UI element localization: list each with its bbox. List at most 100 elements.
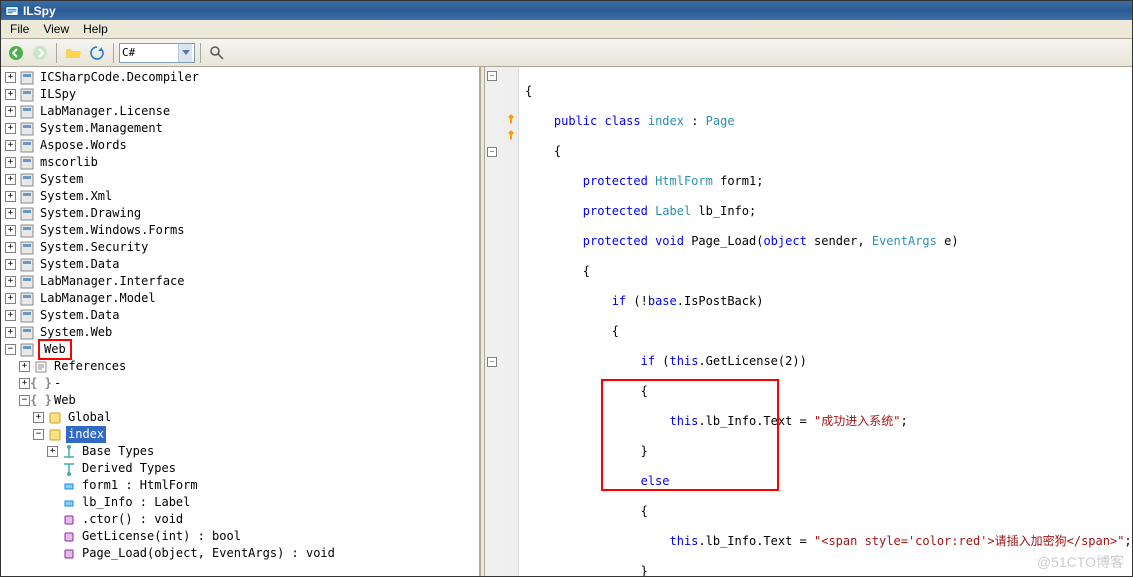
tree-row-pageload[interactable]: Page_Load(object, EventArgs) : void	[1, 545, 479, 562]
toolbar-separator	[200, 43, 201, 63]
expand-icon[interactable]: +	[5, 208, 16, 219]
assembly-icon	[19, 291, 35, 307]
expand-icon[interactable]: +	[5, 72, 16, 83]
expand-icon[interactable]: +	[5, 157, 16, 168]
namespace-icon: { }	[33, 393, 49, 409]
chevron-down-icon[interactable]	[178, 44, 192, 62]
assembly-icon	[19, 138, 35, 154]
pin-icon[interactable]	[505, 113, 517, 125]
toolbar-separator	[56, 43, 57, 63]
assembly-icon	[19, 206, 35, 222]
expand-icon[interactable]: +	[5, 123, 16, 134]
tree-row-field-lbinfo[interactable]: lb_Info : Label	[1, 494, 479, 511]
refresh-button[interactable]	[86, 42, 108, 64]
assembly-tree[interactable]: +ICSharpCode.Decompiler +ILSpy +LabManag…	[1, 67, 481, 576]
tree-row[interactable]: +System	[1, 171, 479, 188]
base-types-icon	[61, 444, 77, 460]
titlebar: ILSpy	[1, 1, 1132, 20]
tree-row[interactable]: +System.Security	[1, 239, 479, 256]
assembly-icon	[19, 121, 35, 137]
collapse-icon[interactable]: −	[5, 344, 16, 355]
assembly-icon	[19, 325, 35, 341]
tree-row[interactable]: +Aspose.Words	[1, 137, 479, 154]
assembly-icon	[19, 155, 35, 171]
tree-row[interactable]: +System.Data	[1, 307, 479, 324]
expand-icon[interactable]: +	[5, 225, 16, 236]
code-gutter: − − −	[485, 67, 519, 576]
toolbar: C#	[1, 39, 1132, 67]
tree-row-base-types[interactable]: +Base Types	[1, 443, 479, 460]
tree-row[interactable]: +System.Data	[1, 256, 479, 273]
app-icon	[5, 4, 19, 18]
references-icon	[33, 359, 49, 375]
assembly-icon	[19, 189, 35, 205]
pin-icon[interactable]	[505, 129, 517, 141]
expand-icon[interactable]: +	[5, 106, 16, 117]
outline-collapse-icon[interactable]: −	[487, 147, 497, 157]
field-icon	[61, 495, 77, 511]
tree-row[interactable]: +System.Xml	[1, 188, 479, 205]
tree-row-web-asm[interactable]: −Web	[1, 341, 479, 358]
tree-row-class-index[interactable]: −index	[1, 426, 479, 443]
tree-row[interactable]: +System.Windows.Forms	[1, 222, 479, 239]
search-button[interactable]	[206, 42, 228, 64]
tree-row-class-global[interactable]: +Global	[1, 409, 479, 426]
tree-row-references[interactable]: +References	[1, 358, 479, 375]
expand-icon[interactable]: +	[5, 242, 16, 253]
expand-icon[interactable]: +	[33, 412, 44, 423]
main-window: ILSpy File View Help C# +ICSharpCode.Dec…	[0, 0, 1133, 577]
assembly-icon	[19, 308, 35, 324]
tree-row-getlicense[interactable]: GetLicense(int) : bool	[1, 528, 479, 545]
tree-row[interactable]: +LabManager.License	[1, 103, 479, 120]
menu-view[interactable]: View	[36, 20, 76, 38]
assembly-icon	[19, 70, 35, 86]
outline-collapse-icon[interactable]: −	[487, 71, 497, 81]
expand-icon[interactable]: +	[5, 191, 16, 202]
forward-button[interactable]	[29, 42, 51, 64]
tree-row-derived-types[interactable]: Derived Types	[1, 460, 479, 477]
expand-icon[interactable]: +	[19, 361, 30, 372]
expand-icon[interactable]: +	[5, 174, 16, 185]
expand-icon[interactable]: +	[5, 276, 16, 287]
field-icon	[61, 478, 77, 494]
tree-row[interactable]: +ICSharpCode.Decompiler	[1, 69, 479, 86]
assembly-icon	[19, 87, 35, 103]
expand-icon[interactable]: +	[5, 140, 16, 151]
outline-collapse-icon[interactable]: −	[487, 357, 497, 367]
expand-icon[interactable]: +	[47, 446, 58, 457]
assembly-icon	[19, 240, 35, 256]
expand-icon[interactable]: +	[5, 259, 16, 270]
code-pane: − − − { public class index : Page { prot…	[485, 67, 1132, 576]
menu-help[interactable]: Help	[76, 20, 115, 38]
assembly-icon	[19, 104, 35, 120]
collapse-icon[interactable]: −	[19, 395, 30, 406]
expand-icon[interactable]: +	[5, 310, 16, 321]
tree-row-ns-dash[interactable]: +{ }-	[1, 375, 479, 392]
tree-row[interactable]: +LabManager.Model	[1, 290, 479, 307]
method-icon	[61, 512, 77, 528]
tree-row[interactable]: +System.Drawing	[1, 205, 479, 222]
back-button[interactable]	[5, 42, 27, 64]
assembly-icon	[19, 257, 35, 273]
tree-row-field-form1[interactable]: form1 : HtmlForm	[1, 477, 479, 494]
code-editor[interactable]: { public class index : Page { protected …	[519, 67, 1132, 576]
app-title: ILSpy	[23, 4, 56, 18]
tree-row[interactable]: +System.Web	[1, 324, 479, 341]
expand-icon[interactable]: +	[19, 378, 30, 389]
menu-file[interactable]: File	[3, 20, 36, 38]
tree-row[interactable]: +ILSpy	[1, 86, 479, 103]
language-selector[interactable]: C#	[119, 43, 195, 63]
tree-row[interactable]: +LabManager.Interface	[1, 273, 479, 290]
expand-icon[interactable]: +	[5, 293, 16, 304]
collapse-icon[interactable]: −	[33, 429, 44, 440]
tree-row-ctor[interactable]: .ctor() : void	[1, 511, 479, 528]
tree-row[interactable]: +System.Management	[1, 120, 479, 137]
expand-icon[interactable]: +	[5, 89, 16, 100]
open-button[interactable]	[62, 42, 84, 64]
method-icon	[61, 546, 77, 562]
content-area: +ICSharpCode.Decompiler +ILSpy +LabManag…	[1, 67, 1132, 576]
expand-icon[interactable]: +	[5, 327, 16, 338]
tree-row-ns-web[interactable]: −{ }Web	[1, 392, 479, 409]
class-icon	[47, 410, 63, 426]
tree-row[interactable]: +mscorlib	[1, 154, 479, 171]
